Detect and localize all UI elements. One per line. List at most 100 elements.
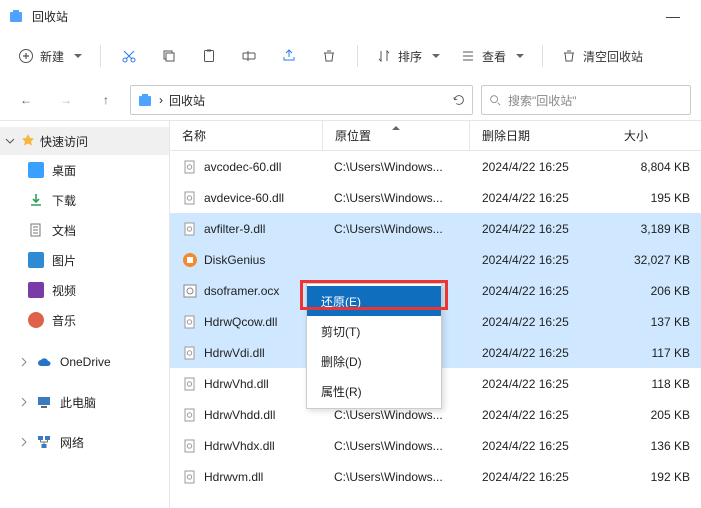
- up-button[interactable]: ↑: [90, 86, 122, 114]
- sidebar-item-pictures[interactable]: 图片: [0, 245, 169, 275]
- sidebar-item-onedrive[interactable]: OneDrive: [0, 347, 169, 377]
- file-name: avcodec-60.dll: [204, 160, 281, 174]
- download-icon: [28, 192, 44, 208]
- search-box[interactable]: 搜索"回收站": [481, 85, 691, 115]
- sidebar-quick-access[interactable]: 快速访问: [0, 127, 169, 155]
- chevron-right-icon: [18, 396, 30, 408]
- sidebar-item-videos[interactable]: 视频: [0, 275, 169, 305]
- file-location: C:\Users\Windows...: [322, 191, 470, 205]
- file-row[interactable]: avdevice-60.dllC:\Users\Windows...2024/4…: [170, 182, 701, 213]
- file-name: HdrwVdi.dll: [204, 346, 265, 360]
- empty-recycle-button[interactable]: 清空回收站: [553, 40, 651, 72]
- file-icon: [182, 190, 198, 206]
- menu-item-cut[interactable]: 剪切(T): [307, 316, 441, 346]
- file-row[interactable]: Hdrwvm.dllC:\Users\Windows...2024/4/22 1…: [170, 461, 701, 492]
- file-size: 195 KB: [612, 191, 700, 205]
- file-date: 2024/4/22 16:25: [470, 346, 612, 360]
- file-date: 2024/4/22 16:25: [470, 408, 612, 422]
- list-icon: [460, 48, 476, 64]
- sidebar-item-this-pc[interactable]: 此电脑: [0, 387, 169, 417]
- sidebar-item-downloads[interactable]: 下载: [0, 185, 169, 215]
- refresh-button[interactable]: [452, 93, 466, 107]
- file-size: 205 KB: [612, 408, 700, 422]
- trash-icon: [561, 48, 577, 64]
- context-menu: 还原(E) 剪切(T) 删除(D) 属性(R): [306, 283, 442, 409]
- copy-button[interactable]: [151, 40, 187, 72]
- file-date: 2024/4/22 16:25: [470, 253, 612, 267]
- forward-button[interactable]: →: [50, 86, 82, 114]
- recycle-bin-icon: [8, 8, 24, 24]
- column-header-name[interactable]: 名称: [170, 121, 322, 150]
- column-label: 名称: [182, 127, 206, 144]
- delete-button[interactable]: [311, 40, 347, 72]
- chevron-right-icon: [18, 436, 30, 448]
- sidebar-item-documents[interactable]: 文档: [0, 215, 169, 245]
- menu-item-label: 属性(R): [321, 383, 362, 400]
- separator: [100, 45, 101, 67]
- column-header-size[interactable]: 大小: [612, 121, 700, 150]
- rename-button[interactable]: [231, 40, 267, 72]
- column-label: 删除日期: [482, 127, 530, 144]
- sidebar-item-label: 此电脑: [60, 394, 96, 411]
- desktop-icon: [28, 162, 44, 178]
- sort-icon: [376, 48, 392, 64]
- clipboard-icon: [201, 48, 217, 64]
- column-label: 原位置: [335, 127, 371, 144]
- document-icon: [28, 222, 44, 238]
- file-name: HdrwQcow.dll: [204, 315, 277, 329]
- file-location: C:\Users\Windows...: [322, 439, 470, 453]
- chevron-right-icon: [18, 356, 30, 368]
- file-row[interactable]: DiskGenius2024/4/22 16:2532,027 KB: [170, 244, 701, 275]
- star-icon: [20, 133, 36, 149]
- file-date: 2024/4/22 16:25: [470, 222, 612, 236]
- file-row[interactable]: avfilter-9.dllC:\Users\Windows...2024/4/…: [170, 213, 701, 244]
- file-location: C:\Users\Windows...: [322, 408, 470, 422]
- chevron-down-icon: [4, 135, 16, 147]
- trash-icon: [321, 48, 337, 64]
- menu-item-restore[interactable]: 还原(E): [307, 286, 441, 316]
- menu-item-delete[interactable]: 删除(D): [307, 346, 441, 376]
- share-button[interactable]: [271, 40, 307, 72]
- sidebar-item-label: 图片: [52, 252, 76, 269]
- view-button[interactable]: 查看: [452, 40, 532, 72]
- window-title: 回收站: [32, 8, 653, 25]
- share-icon: [281, 48, 297, 64]
- back-button[interactable]: ←: [10, 86, 42, 114]
- address-bar[interactable]: › 回收站: [130, 85, 473, 115]
- menu-item-properties[interactable]: 属性(R): [307, 376, 441, 406]
- sidebar-item-label: 文档: [52, 222, 76, 239]
- search-icon: [488, 93, 502, 107]
- column-headers: 名称 原位置 删除日期 大小: [170, 121, 701, 151]
- scissors-icon: [121, 48, 137, 64]
- file-name: HdrwVhdd.dll: [204, 408, 275, 422]
- file-size: 206 KB: [612, 284, 700, 298]
- sort-button[interactable]: 排序: [368, 40, 448, 72]
- file-size: 8,804 KB: [612, 160, 700, 174]
- paste-button[interactable]: [191, 40, 227, 72]
- sidebar-quick-label: 快速访问: [40, 133, 88, 150]
- new-button-label: 新建: [40, 48, 64, 65]
- minimize-button[interactable]: —: [653, 8, 693, 24]
- copy-icon: [161, 48, 177, 64]
- column-header-location[interactable]: 原位置: [322, 121, 470, 150]
- breadcrumb-location[interactable]: 回收站: [169, 92, 205, 109]
- sidebar-item-desktop[interactable]: 桌面: [0, 155, 169, 185]
- sidebar-item-music[interactable]: 音乐: [0, 305, 169, 335]
- title-bar: 回收站 —: [0, 0, 701, 32]
- file-row[interactable]: avcodec-60.dllC:\Users\Windows...2024/4/…: [170, 151, 701, 182]
- file-icon: [182, 252, 198, 268]
- new-button[interactable]: 新建: [10, 40, 90, 72]
- file-icon: [182, 159, 198, 175]
- separator: [357, 45, 358, 67]
- sidebar-item-network[interactable]: 网络: [0, 427, 169, 457]
- view-button-label: 查看: [482, 48, 506, 65]
- file-icon: [182, 221, 198, 237]
- file-icon: [182, 407, 198, 423]
- column-header-date[interactable]: 删除日期: [470, 121, 612, 150]
- cut-button[interactable]: [111, 40, 147, 72]
- file-row[interactable]: HdrwVhdx.dllC:\Users\Windows...2024/4/22…: [170, 430, 701, 461]
- menu-item-label: 删除(D): [321, 353, 362, 370]
- breadcrumb-sep: ›: [159, 93, 163, 107]
- sidebar: 快速访问 桌面 下载 文档 图片 视频 音乐 OneDrive 此电脑 网络: [0, 121, 170, 508]
- file-size: 118 KB: [612, 377, 700, 391]
